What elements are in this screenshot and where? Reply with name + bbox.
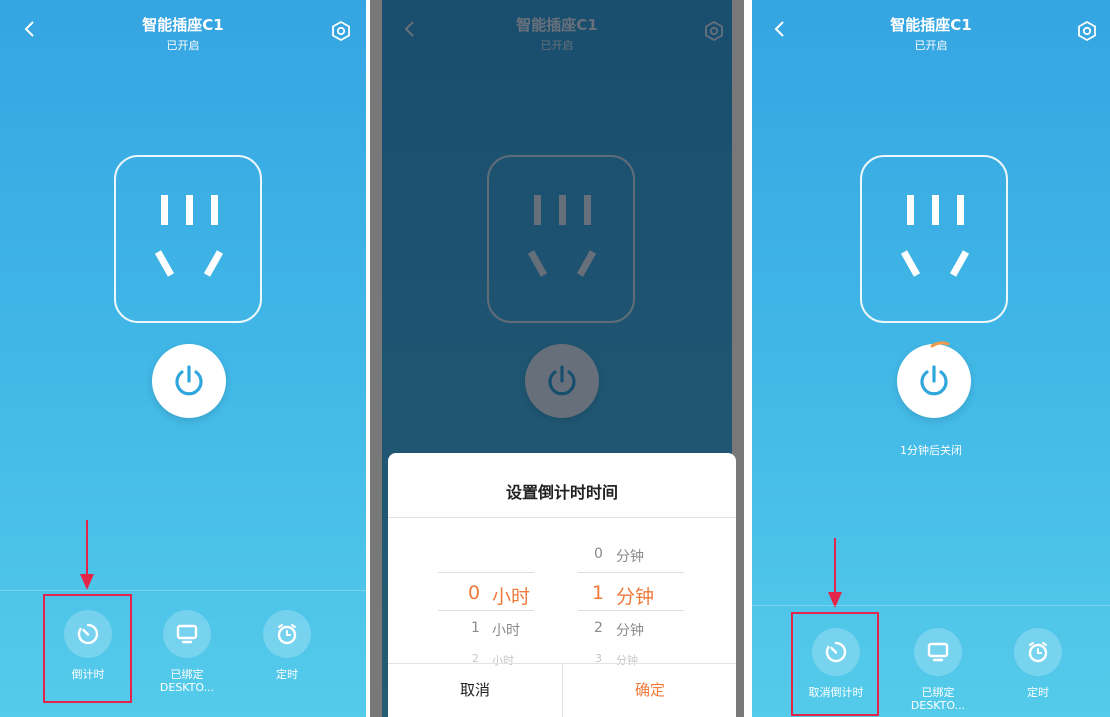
- bound-icon-circle: [914, 628, 962, 676]
- schedule-label: 定时: [1027, 686, 1049, 699]
- highlight-box: [43, 594, 132, 703]
- schedule-button[interactable]: 定时: [993, 628, 1083, 699]
- power-icon: [175, 365, 203, 396]
- page-title: 智能插座C1: [890, 16, 972, 34]
- socket-illustration: [114, 155, 262, 323]
- screen-countdown-active: 智能插座C1 已开启 1分钟后关闭 取消倒计时 已绑定 DESKTO... 定时: [752, 0, 1110, 717]
- minute-value-prev: 0: [594, 546, 603, 562]
- countdown-status: 1分钟后关闭: [900, 444, 962, 457]
- alarm-clock-icon: [277, 624, 297, 645]
- alarm-clock-icon: [1028, 642, 1048, 663]
- bound-device-name: DESKTO...: [910, 699, 966, 712]
- dialog-title: 设置倒计时时间: [505, 483, 618, 502]
- settings-icon[interactable]: [330, 20, 352, 42]
- bound-device-button[interactable]: 已绑定 DESKTO...: [893, 628, 983, 712]
- bound-device-name: DESKTO...: [159, 681, 215, 694]
- countdown-dialog: 设置倒计时时间 0 小时 1 小时 2 小时 0 分钟 1 分钟 2 分钟 3 …: [388, 453, 736, 717]
- hour-unit-next: 小时: [492, 623, 520, 639]
- divider: [388, 517, 736, 518]
- monitor-icon: [927, 642, 949, 662]
- socket-illustration: [860, 155, 1008, 323]
- annotation-arrow: [79, 520, 95, 590]
- minute-unit-prev: 分钟: [616, 549, 644, 565]
- minute-value-selected: 1: [592, 582, 605, 604]
- bound-label: 已绑定: [170, 668, 204, 681]
- settings-icon[interactable]: [1076, 20, 1098, 42]
- minute-value-next: 2: [594, 620, 603, 636]
- power-icon: [920, 365, 948, 396]
- screen-initial: 智能插座C1 已开启 倒计时 已绑定 DESKTO... 定时: [0, 0, 366, 717]
- schedule-icon-circle: [263, 610, 311, 658]
- cancel-button[interactable]: 取消: [388, 663, 562, 717]
- monitor-icon: [176, 624, 198, 644]
- screen-countdown-dialog: 智能插座C1 已开启 设置倒计时时间 0 小时 1 小时 2 小时: [370, 0, 744, 717]
- power-button[interactable]: [152, 344, 226, 418]
- confirm-button[interactable]: 确定: [563, 663, 736, 717]
- schedule-label: 定时: [276, 668, 298, 681]
- picker-line: [578, 572, 684, 573]
- highlight-box: [791, 612, 879, 716]
- bound-icon-circle: [163, 610, 211, 658]
- minute-unit-selected: 分钟: [616, 586, 655, 608]
- picker-line: [438, 610, 534, 611]
- annotation-arrow: [827, 538, 843, 608]
- bound-device-button[interactable]: 已绑定 DESKTO...: [142, 610, 232, 694]
- countdown-progress-arc: [930, 341, 950, 348]
- power-button[interactable]: [897, 344, 971, 418]
- picker-line: [578, 610, 684, 611]
- device-status: 已开启: [166, 39, 200, 52]
- schedule-icon-circle: [1014, 628, 1062, 676]
- minute-unit-next: 分钟: [616, 623, 644, 639]
- hour-unit-selected: 小时: [492, 586, 531, 608]
- hour-value-selected: 0: [468, 582, 481, 604]
- hour-value-next: 1: [471, 620, 480, 636]
- device-status: 已开启: [914, 39, 948, 52]
- bound-label: 已绑定: [921, 686, 955, 699]
- picker-line: [438, 572, 534, 573]
- page-title: 智能插座C1: [142, 16, 224, 34]
- schedule-button[interactable]: 定时: [242, 610, 332, 681]
